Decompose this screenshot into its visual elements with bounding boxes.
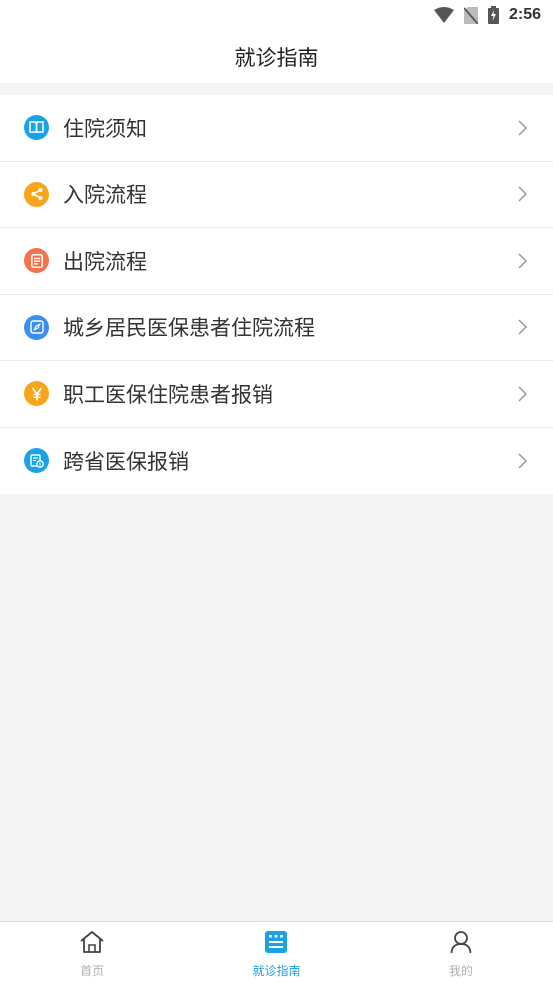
tab-label: 首页 xyxy=(80,964,105,978)
list-item-label: 职工医保住院患者报销 xyxy=(63,382,273,407)
compass-icon xyxy=(24,314,49,340)
yuan-icon xyxy=(24,381,49,407)
list-item-hospitalization-notice[interactable]: 住院须知 xyxy=(0,95,553,162)
list-item-cross-province-reimbursement[interactable]: 跨省医保报销 xyxy=(0,428,553,495)
battery-charging-icon xyxy=(487,6,499,24)
share-icon xyxy=(24,181,49,207)
chevron-right-icon xyxy=(518,319,528,339)
list-item-label: 入院流程 xyxy=(63,183,147,208)
clock: 2:56 xyxy=(508,6,541,23)
list-item-employee-insurance-reimbursement[interactable]: 职工医保住院患者报销 xyxy=(0,361,553,428)
list-item-resident-insurance-process[interactable]: 城乡居民医保患者住院流程 xyxy=(0,295,553,361)
header: 就诊指南 xyxy=(0,30,553,83)
tab-guide[interactable]: 就诊指南 xyxy=(184,922,368,983)
tab-label: 我的 xyxy=(448,964,473,978)
page-title: 就诊指南 xyxy=(234,45,319,70)
list-item-label: 跨省医保报销 xyxy=(63,449,189,474)
tab-home[interactable]: 首页 xyxy=(0,922,184,983)
status-bar: 2:56 xyxy=(0,0,553,30)
document-icon xyxy=(24,248,49,274)
guide-icon xyxy=(264,930,288,958)
bottom-tab-bar: 首页 就诊指南 我的 xyxy=(0,921,553,983)
list-item-admission-process[interactable]: 入院流程 xyxy=(0,162,553,228)
list-item-label: 出院流程 xyxy=(63,249,147,274)
chevron-right-icon xyxy=(518,186,528,206)
guide-list: 住院须知 入院流程 出院流程 城乡居民医保患者住院流程 职工医保住院患者报销 跨… xyxy=(0,95,553,494)
no-sim-icon xyxy=(463,6,478,24)
tab-label: 就诊指南 xyxy=(252,964,301,978)
home-icon xyxy=(79,930,105,958)
chevron-right-icon xyxy=(518,253,528,273)
receipt-icon xyxy=(24,448,49,474)
list-item-label: 城乡居民医保患者住院流程 xyxy=(63,316,315,341)
tab-mine[interactable]: 我的 xyxy=(369,922,553,983)
chevron-right-icon xyxy=(518,386,528,406)
book-icon xyxy=(24,115,49,141)
user-icon xyxy=(449,930,473,958)
list-item-discharge-process[interactable]: 出院流程 xyxy=(0,228,553,295)
chevron-right-icon xyxy=(518,120,528,140)
list-item-label: 住院须知 xyxy=(63,116,147,141)
wifi-icon xyxy=(433,7,454,23)
chevron-right-icon xyxy=(518,453,528,473)
